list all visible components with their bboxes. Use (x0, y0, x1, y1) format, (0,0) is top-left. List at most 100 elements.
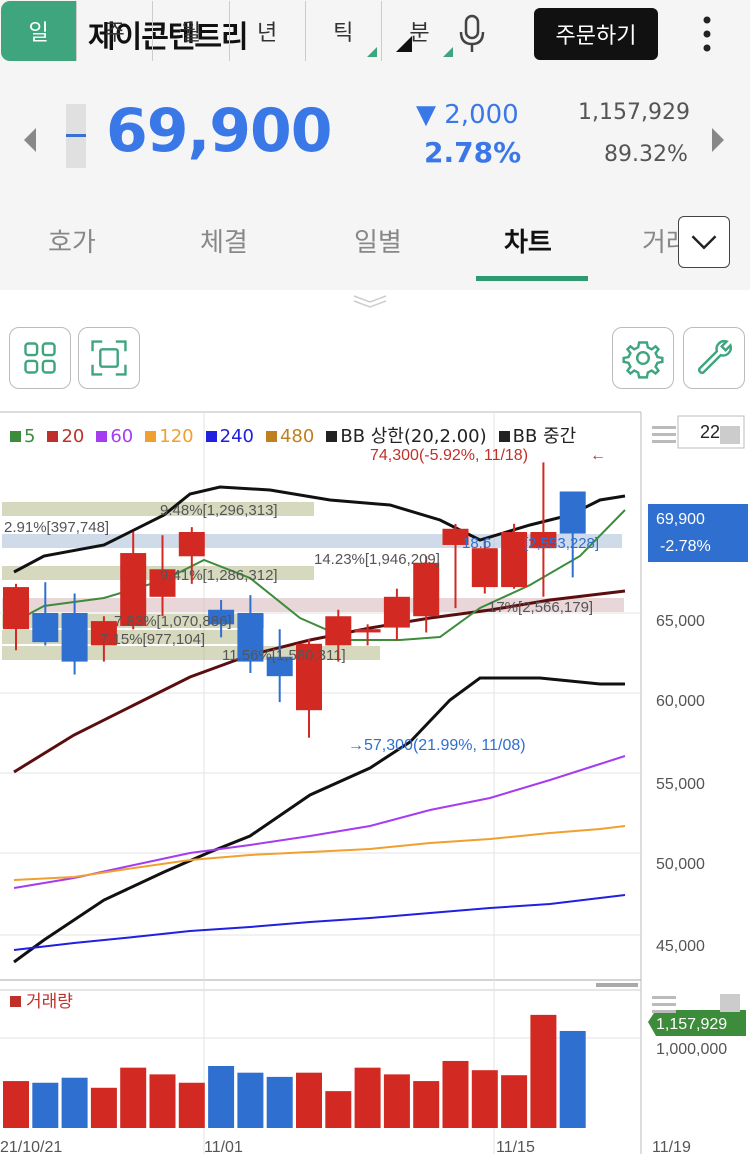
volume-bar (61, 1077, 88, 1128)
high-annotation: 74,300(-5.92%, 11/18) (370, 447, 528, 464)
pane-resize-handle[interactable] (596, 983, 638, 987)
tab-chart[interactable]: 차트 (504, 222, 552, 259)
y-tick-label: 65,000 (656, 613, 705, 630)
x-tick-label: 11/19 (652, 1139, 691, 1154)
volume-legend-label: 거래량 (26, 992, 73, 1011)
trade-volume: 1,157,929 (578, 100, 690, 125)
more-menu-icon[interactable] (700, 14, 714, 54)
price-tag-pct: -2.78% (660, 538, 711, 555)
candle-body (413, 562, 440, 617)
volume-tick-label: 1,000,000 (656, 1041, 727, 1058)
menu-lines-icon (652, 1010, 676, 1013)
legend-item-1: 20 (47, 426, 90, 447)
volume-bar (442, 1060, 469, 1128)
volume-bar (383, 1074, 410, 1128)
volume-bar (178, 1082, 205, 1128)
legend-label: 60 (110, 426, 134, 447)
period-day[interactable]: 일 (1, 1, 78, 61)
high-arrow-icon: ← (590, 447, 606, 464)
volume-bar (530, 1014, 557, 1128)
candle-body (178, 532, 205, 557)
band-label-6: 7.83%[1,070,886] (114, 613, 232, 630)
settings-gear-icon[interactable] (612, 327, 674, 389)
menu-lines-icon (652, 433, 676, 436)
low-annotation: →57,300(21.99%, 11/08) (348, 737, 526, 754)
legend-label: 5 (24, 426, 36, 447)
candle-body (3, 587, 29, 630)
chevron-down-icon[interactable] (678, 216, 730, 268)
legend-item-4: 240 (205, 426, 260, 447)
volume-bars-group (3, 1014, 586, 1128)
microphone-icon[interactable] (456, 14, 488, 54)
band-label-3: 14.23%[1,946,209] (314, 551, 440, 568)
volume-bar (501, 1075, 528, 1128)
period-tick[interactable]: 틱 (306, 1, 382, 61)
volume-ratio: 89.32% (604, 142, 688, 167)
period-selector: 일 주 월 년 틱 분 (0, 0, 458, 62)
y-tick-label: 55,000 (656, 776, 705, 793)
legend-label: 120 (159, 426, 194, 447)
ma60-line (13, 755, 626, 889)
band-label-9: 17%[2,566,179] (488, 599, 593, 616)
legend-label: 480 (279, 426, 315, 447)
candle-body (383, 596, 410, 628)
next-stock-arrow-icon[interactable] (712, 128, 724, 152)
menu-lines-icon (652, 996, 676, 999)
volume-bar (32, 1082, 59, 1128)
band-label-1: 9.48%[1,296,313] (160, 502, 278, 519)
order-button[interactable]: 주문하기 (534, 8, 658, 60)
active-tab-indicator (476, 276, 588, 281)
y-tick-label: 50,000 (656, 856, 705, 873)
collapse-handle-icon[interactable] (352, 294, 388, 308)
tab-trades[interactable]: 체결 (200, 222, 248, 259)
candle-body (354, 629, 381, 633)
candle-body (559, 491, 586, 534)
band-label-5: [2,553,228] (524, 535, 599, 552)
volume-bar (237, 1072, 264, 1128)
fullscreen-icon[interactable] (78, 327, 140, 389)
volume-legend-swatch (10, 996, 21, 1007)
current-price: 69,900 (106, 96, 333, 166)
volume-tag-value: 1,157,929 (656, 1016, 727, 1033)
y-tick-label: 60,000 (656, 693, 705, 710)
candle-body (325, 616, 352, 646)
legend-label: 20 (61, 426, 85, 447)
x-tick-label: 11/01 (204, 1139, 243, 1154)
price-change: ▼ 2,000 (416, 100, 519, 130)
band-label-7: 7.15%[977,104] (100, 631, 205, 648)
indicator-legend[interactable]: 5 20 60 120 240 480 BB 상한(20,2.00) BB 중간 (10, 422, 588, 448)
band-label-0: 2.91%[397,748] (4, 519, 109, 536)
candle-body (61, 613, 88, 662)
band-label-8: 11.56%[1,580,311] (222, 647, 346, 664)
period-month[interactable]: 월 (153, 1, 230, 61)
price-tag-value: 69,900 (656, 511, 705, 528)
legend-item-0: 5 (10, 426, 41, 447)
tab-daily[interactable]: 일별 (354, 222, 402, 259)
legend-item-5: 480 (265, 426, 320, 447)
wrench-tool-icon[interactable] (683, 327, 745, 389)
volume-bar (3, 1081, 29, 1128)
period-minute[interactable]: 분 (382, 1, 457, 61)
menu-lines-icon (652, 440, 676, 443)
prev-stock-arrow-icon[interactable] (24, 128, 36, 152)
tab-hoga[interactable]: 호가 (48, 222, 96, 259)
band-label-4: 18.6 (462, 535, 491, 552)
period-year[interactable]: 년 (230, 1, 306, 61)
menu-lines-icon (652, 426, 676, 429)
grid-layout-icon[interactable] (9, 327, 71, 389)
volume-bar (90, 1087, 117, 1128)
volume-bar (559, 1030, 586, 1128)
legend-item-2: 60 (96, 426, 139, 447)
period-week[interactable]: 주 (77, 1, 154, 61)
volume-bar (325, 1091, 352, 1128)
close-icon (720, 426, 740, 444)
candlestick-chart[interactable]: 74,300(-5.92%, 11/18) ← →57,300(21.99%, 11… (0, 410, 750, 1154)
x-tick-label: 21/10/21 (0, 1139, 62, 1154)
volume-bar (354, 1067, 381, 1128)
band-label-2: 9.41%[1,286,312] (160, 567, 278, 584)
chart-counter: 22 (700, 422, 720, 442)
candle-body (471, 548, 498, 588)
legend-item-6: BB 상한(20,2.00) (326, 426, 492, 447)
volume-bar (208, 1065, 235, 1128)
volume-bar (471, 1070, 498, 1128)
